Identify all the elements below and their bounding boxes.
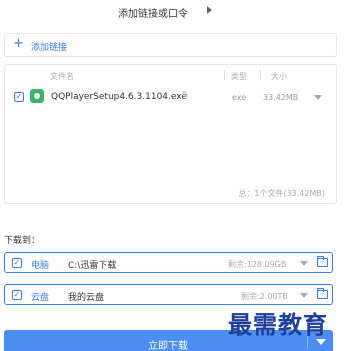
watermark: 最需教育 (228, 310, 328, 339)
free-space: 剩余:2.00TB (241, 292, 288, 301)
target-kind-label: 云盘 (31, 293, 50, 303)
folder-icon[interactable] (317, 288, 328, 299)
dialog-title: 添加链接或口令 (118, 9, 188, 20)
chevron-down-icon[interactable] (300, 261, 308, 266)
column-divider (224, 70, 225, 80)
column-header-type[interactable]: 类型 (231, 71, 247, 82)
file-type: exe (232, 93, 247, 102)
dialog-header: 添加链接或口令 (0, 0, 349, 22)
download-target-cloud[interactable]: ✓ 云盘 我的云盘 剩余:2.00TB (4, 284, 333, 305)
column-header-name[interactable]: 文件名 (50, 71, 74, 82)
target-kind-label: 电脑 (31, 261, 50, 271)
column-header-size[interactable]: 大小 (271, 71, 287, 82)
chevron-down-icon[interactable] (300, 293, 308, 298)
file-size: 33.42MB (263, 93, 299, 102)
download-to-label: 下载到： (4, 236, 41, 246)
folder-icon[interactable] (317, 256, 328, 267)
download-now-label: 立即下载 (148, 341, 188, 351)
file-summary: 总：1个文件(33.42MB) (238, 189, 325, 198)
file-checkbox[interactable]: ✓ (14, 92, 24, 102)
download-path[interactable]: 我的云盘 (68, 290, 104, 303)
chevron-down-icon[interactable] (314, 95, 322, 100)
file-name: QQPlayerSetup4.6.3.1104.exe (51, 92, 187, 102)
file-list-panel: 文件名 类型 大小 ✓ QQPlayerSetup4.6.3.1104.exe … (4, 64, 337, 204)
free-space: 剩余:128.09GB (228, 260, 287, 269)
pencil-icon[interactable]: ✎ (181, 90, 189, 101)
cloud-checkbox[interactable]: ✓ (12, 290, 22, 300)
plus-icon: + (13, 36, 24, 51)
exe-file-icon (30, 89, 44, 103)
download-target-pc[interactable]: ✓ 电脑 C:\迅雷下载 剩余:128.09GB (4, 252, 333, 273)
add-link-label: 添加链接 (31, 43, 68, 53)
pc-checkbox[interactable]: ✓ (12, 258, 22, 268)
chevron-right-icon[interactable] (207, 6, 212, 14)
add-link-button[interactable]: + 添加链接 (4, 33, 337, 57)
download-path[interactable]: C:\迅雷下载 (68, 258, 116, 271)
column-divider (260, 70, 261, 80)
